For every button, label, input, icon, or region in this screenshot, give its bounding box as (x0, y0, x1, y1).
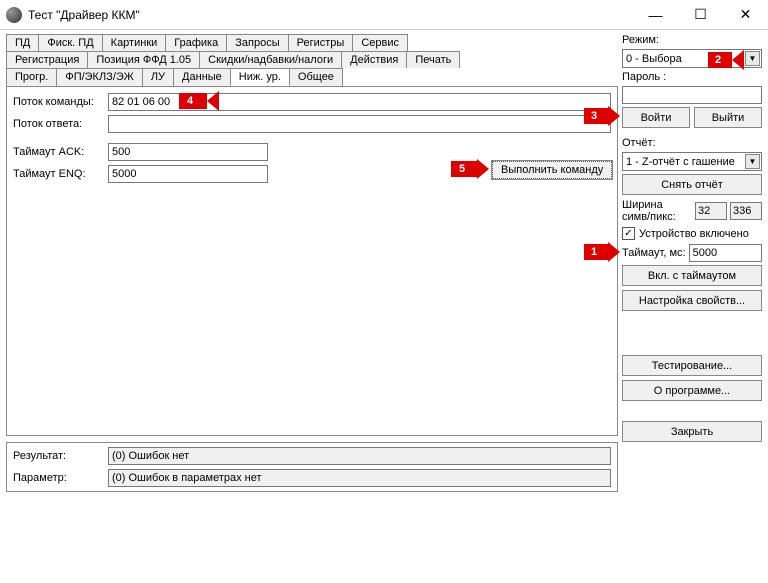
mode-select-value: 0 - Выбора (626, 53, 682, 65)
close-window-button[interactable]: ✕ (723, 0, 768, 30)
tab-lu[interactable]: ЛУ (142, 68, 174, 86)
execute-command-button[interactable]: Выполнить команду (492, 161, 612, 179)
properties-button[interactable]: Настройка свойств... (622, 290, 762, 311)
mode-select[interactable]: 0 - Выбора ▼ (622, 49, 762, 68)
report-select-value: 1 - Z-отчёт с гашение (626, 156, 735, 168)
cmd-stream-label: Поток команды: (13, 96, 108, 108)
result-label: Результат: (13, 450, 108, 462)
timeout-input[interactable] (689, 244, 762, 262)
device-on-row[interactable]: ✓ Устройство включено (622, 227, 762, 240)
app-icon (6, 7, 22, 23)
width-sym-field (695, 202, 727, 220)
tab-discounts[interactable]: Скидки/надбавки/налоги (199, 51, 342, 68)
param-field (108, 469, 611, 487)
take-report-button[interactable]: Снять отчёт (622, 174, 762, 195)
chevron-down-icon: ▼ (745, 154, 760, 169)
tab-progr[interactable]: Прогр. (6, 68, 57, 86)
tab-ffd-position[interactable]: Позиция ФФД 1.05 (87, 51, 200, 68)
tabs-row-2: Регистрация Позиция ФФД 1.05 Скидки/надб… (6, 51, 618, 68)
enq-timeout-input[interactable] (108, 165, 268, 183)
tabs-row-3: Прогр. ФП/ЭКЛЗ/ЭЖ ЛУ Данные Ниж. ур. Общ… (6, 68, 618, 86)
tab-actions[interactable]: Действия (341, 51, 407, 68)
logout-button[interactable]: Выйти (694, 107, 762, 128)
testing-button[interactable]: Тестирование... (622, 355, 762, 376)
result-field (108, 447, 611, 465)
tab-requests[interactable]: Запросы (226, 34, 288, 51)
tab-registers[interactable]: Регистры (288, 34, 354, 51)
form-panel: Поток команды: Поток ответа: Таймаут ACK… (6, 86, 618, 436)
maximize-button[interactable]: ☐ (678, 0, 723, 30)
tab-general[interactable]: Общее (289, 68, 343, 86)
about-button[interactable]: О программе... (622, 380, 762, 401)
mode-label: Режим: (622, 34, 762, 46)
tab-service[interactable]: Сервис (352, 34, 408, 51)
device-on-label: Устройство включено (639, 228, 749, 240)
resp-stream-label: Поток ответа: (13, 118, 108, 130)
tab-lowlevel[interactable]: Ниж. ур. (230, 68, 290, 86)
width-label: Ширина симв/пикс: (622, 199, 692, 223)
tab-fisk-pd[interactable]: Фиск. ПД (38, 34, 102, 51)
ack-timeout-input[interactable] (108, 143, 268, 161)
resp-stream-input[interactable] (108, 115, 611, 133)
close-button[interactable]: Закрыть (622, 421, 762, 442)
device-on-checkbox[interactable]: ✓ (622, 227, 635, 240)
window-title: Тест "Драйвер ККМ" (28, 8, 633, 22)
width-pix-field (730, 202, 762, 220)
chevron-down-icon: ▼ (745, 51, 760, 66)
tabs-row-1: ПД Фиск. ПД Картинки Графика Запросы Рег… (6, 34, 618, 51)
titlebar: Тест "Драйвер ККМ" — ☐ ✕ (0, 0, 768, 30)
password-label: Пароль : (622, 71, 762, 83)
report-select[interactable]: 1 - Z-отчёт с гашение ▼ (622, 152, 762, 171)
tab-print[interactable]: Печать (406, 51, 460, 68)
report-label: Отчёт: (622, 137, 762, 149)
tab-data[interactable]: Данные (173, 68, 231, 86)
timeout-label: Таймаут, мс: (622, 247, 686, 259)
ack-timeout-label: Таймаут ACK: (13, 146, 108, 158)
param-label: Параметр: (13, 472, 108, 484)
login-button[interactable]: Войти (622, 107, 690, 128)
tab-graphics[interactable]: Графика (165, 34, 227, 51)
minimize-button[interactable]: — (633, 0, 678, 30)
cmd-stream-input[interactable] (108, 93, 611, 111)
password-input[interactable] (622, 86, 762, 104)
tab-registration[interactable]: Регистрация (6, 51, 88, 68)
results-panel: Результат: Параметр: (6, 442, 618, 492)
right-panel: Режим: 0 - Выбора ▼ Пароль : Войти Выйти… (622, 34, 762, 492)
tab-fp-eklz[interactable]: ФП/ЭКЛЗ/ЭЖ (56, 68, 143, 86)
enq-timeout-label: Таймаут ENQ: (13, 168, 108, 180)
enable-timeout-button[interactable]: Вкл. с таймаутом (622, 265, 762, 286)
tab-pictures[interactable]: Картинки (102, 34, 167, 51)
tab-pd[interactable]: ПД (6, 34, 39, 51)
